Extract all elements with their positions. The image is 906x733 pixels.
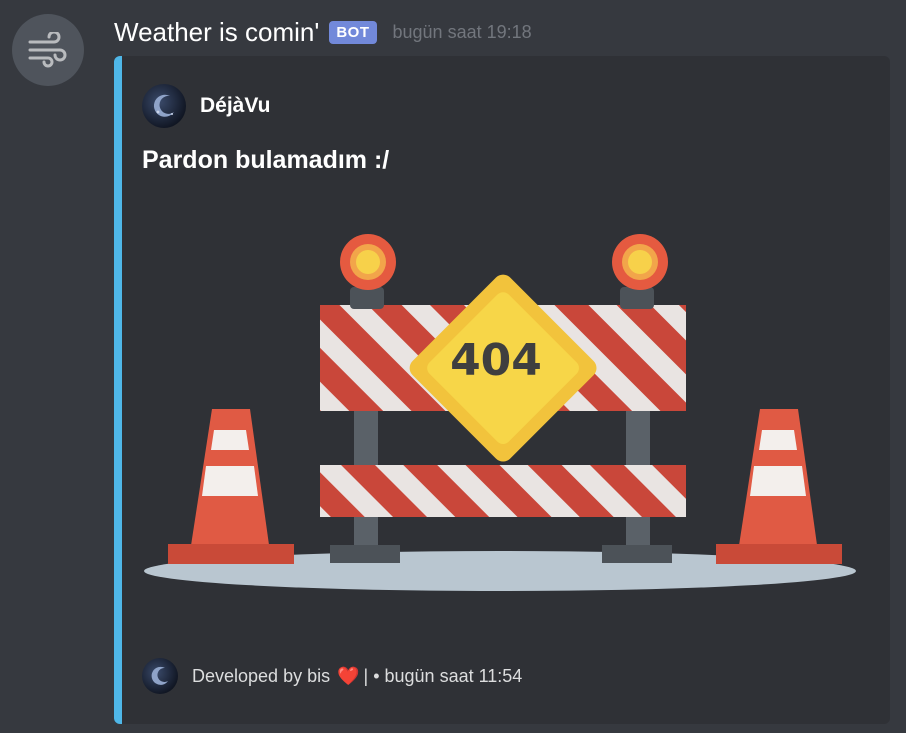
footer-timestamp: | • bugün saat 11:54 <box>363 665 523 686</box>
bot-username[interactable]: Weather is comin' <box>114 17 319 48</box>
bot-avatar[interactable] <box>12 14 84 86</box>
embed-author-name: DéjàVu <box>200 94 271 117</box>
sign-404-text: 404 <box>450 335 542 386</box>
embed-author: DéjàVu <box>142 84 270 128</box>
embed-footer: Developed by bis ❤️ | • bugün saat 11:54 <box>142 658 522 694</box>
message-timestamp: bugün saat 19:18 <box>392 21 532 42</box>
bot-tag: BOT <box>329 20 377 44</box>
traffic-cone-left-icon <box>168 409 294 564</box>
footer-credit: Developed by bis <box>192 665 331 686</box>
footer-text: Developed by bis ❤️ | • bugün saat 11:54 <box>192 666 522 687</box>
embed-title: Pardon bulamadım :/ <box>142 146 390 174</box>
heart-emoji: ❤️ <box>337 665 360 686</box>
embed: DéjàVu Pardon bulamadım :/ 404 Developed… <box>114 56 890 724</box>
wind-icon <box>28 32 67 68</box>
traffic-cone-right-icon <box>716 409 842 564</box>
embed-accent-bar <box>114 56 122 724</box>
road-barrier-404-illustration: 404 <box>144 234 856 591</box>
crescent-moon-icon <box>142 84 186 128</box>
embed-image[interactable]: 404 <box>144 234 864 594</box>
message-header: Weather is comin' BOT bugün saat 19:18 <box>114 14 532 50</box>
crescent-moon-icon <box>142 658 178 694</box>
